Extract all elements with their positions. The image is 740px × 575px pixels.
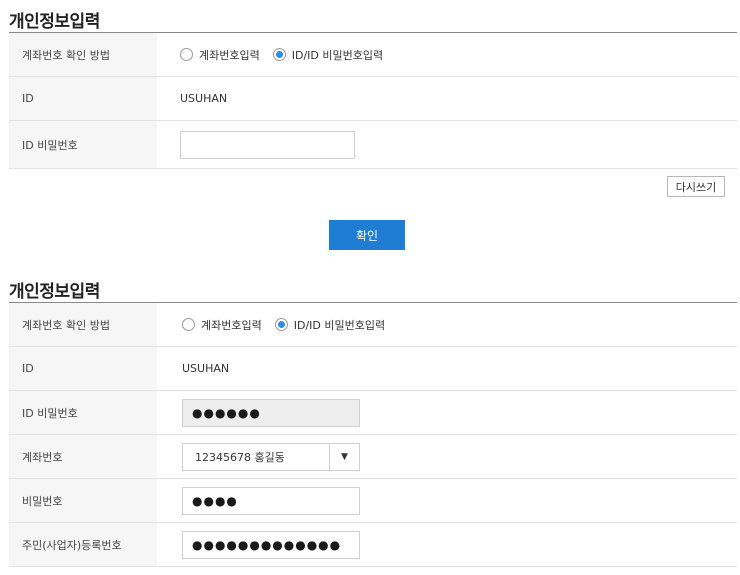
id-password-field: ●●●●●● — [182, 398, 360, 427]
account-cell: 12345678 홍길동 ▼ — [157, 435, 737, 478]
method-radio-group: 계좌번호입력 ID/ID 비밀번호입력 — [157, 47, 396, 63]
radio-id-password-input-label[interactable]: ID/ID 비밀번호입력 — [292, 47, 383, 63]
radio-unchecked-icon[interactable] — [180, 48, 193, 61]
confirm-button[interactable]: 확인 — [329, 220, 405, 250]
id-password-cell — [157, 121, 737, 168]
id-value-2: USUHAN — [182, 362, 230, 375]
id-password-row-2: ID 비밀번호 ●●●●●● — [9, 391, 737, 435]
account-password-input[interactable]: ●●●● — [182, 486, 360, 515]
radio-id-password-input[interactable]: ID/ID 비밀번호입력 — [272, 47, 383, 63]
method-row: 계좌번호 확인 방법 계좌번호입력 ID/ID 비밀번호입력 — [9, 33, 737, 77]
id-password-label-2: ID 비밀번호 — [9, 391, 157, 434]
method-radio-group-2: 계좌번호입력 ID/ID 비밀번호입력 — [157, 317, 398, 333]
radio-account-input-label[interactable]: 계좌번호입력 — [199, 47, 260, 63]
chevron-down-icon[interactable]: ▼ — [329, 443, 359, 470]
section-title-2: 개인정보입력 — [9, 282, 100, 302]
id-password-row: ID 비밀번호 — [9, 121, 737, 169]
id-value-cell-2: USUHAN — [157, 347, 737, 390]
radio-account-input-label-2[interactable]: 계좌번호입력 — [201, 317, 262, 333]
id-row: ID USUHAN — [9, 77, 737, 121]
id-value: USUHAN — [180, 92, 228, 105]
radio-unchecked-icon[interactable] — [182, 318, 195, 331]
id-row-2: ID USUHAN — [9, 347, 737, 391]
section-title: 개인정보입력 — [9, 12, 100, 32]
method-value: 계좌번호입력 ID/ID 비밀번호입력 — [157, 33, 737, 76]
method-value-2: 계좌번호입력 ID/ID 비밀번호입력 — [157, 303, 737, 346]
radio-id-password-input-2[interactable]: ID/ID 비밀번호입력 — [274, 317, 385, 333]
account-password-row: 비밀번호 ●●●● — [9, 479, 737, 523]
radio-account-input[interactable]: 계좌번호입력 — [180, 47, 260, 63]
account-password-cell: ●●●● — [157, 479, 737, 522]
account-select[interactable]: 12345678 홍길동 ▼ — [182, 442, 360, 471]
reset-button[interactable]: 다시쓰기 — [667, 176, 725, 197]
account-row: 계좌번호 12345678 홍길동 ▼ — [9, 435, 737, 479]
resident-number-row: 주민(사업자)등록번호 ●●●●●●●●●●●●● — [9, 523, 737, 567]
account-password-label: 비밀번호 — [9, 479, 157, 522]
account-label: 계좌번호 — [9, 435, 157, 478]
radio-id-password-input-label-2[interactable]: ID/ID 비밀번호입력 — [294, 317, 385, 333]
radio-checked-icon[interactable] — [274, 318, 288, 331]
account-select-value: 12345678 홍길동 — [195, 450, 285, 464]
radio-checked-icon[interactable] — [272, 48, 286, 61]
resident-number-input[interactable]: ●●●●●●●●●●●●● — [182, 530, 360, 559]
method-label-2: 계좌번호 확인 방법 — [9, 303, 157, 346]
id-label-2: ID — [9, 347, 157, 390]
resident-number-label: 주민(사업자)등록번호 — [9, 523, 157, 566]
id-password-cell-2: ●●●●●● — [157, 391, 737, 434]
id-value-cell: USUHAN — [157, 77, 737, 120]
resident-number-cell: ●●●●●●●●●●●●● — [157, 523, 737, 566]
id-password-label: ID 비밀번호 — [9, 121, 157, 168]
radio-account-input-2[interactable]: 계좌번호입력 — [182, 317, 262, 333]
method-row-2: 계좌번호 확인 방법 계좌번호입력 ID/ID 비밀번호입력 — [9, 303, 737, 347]
method-label: 계좌번호 확인 방법 — [9, 33, 157, 76]
id-password-input[interactable] — [180, 130, 355, 159]
id-label: ID — [9, 77, 157, 120]
